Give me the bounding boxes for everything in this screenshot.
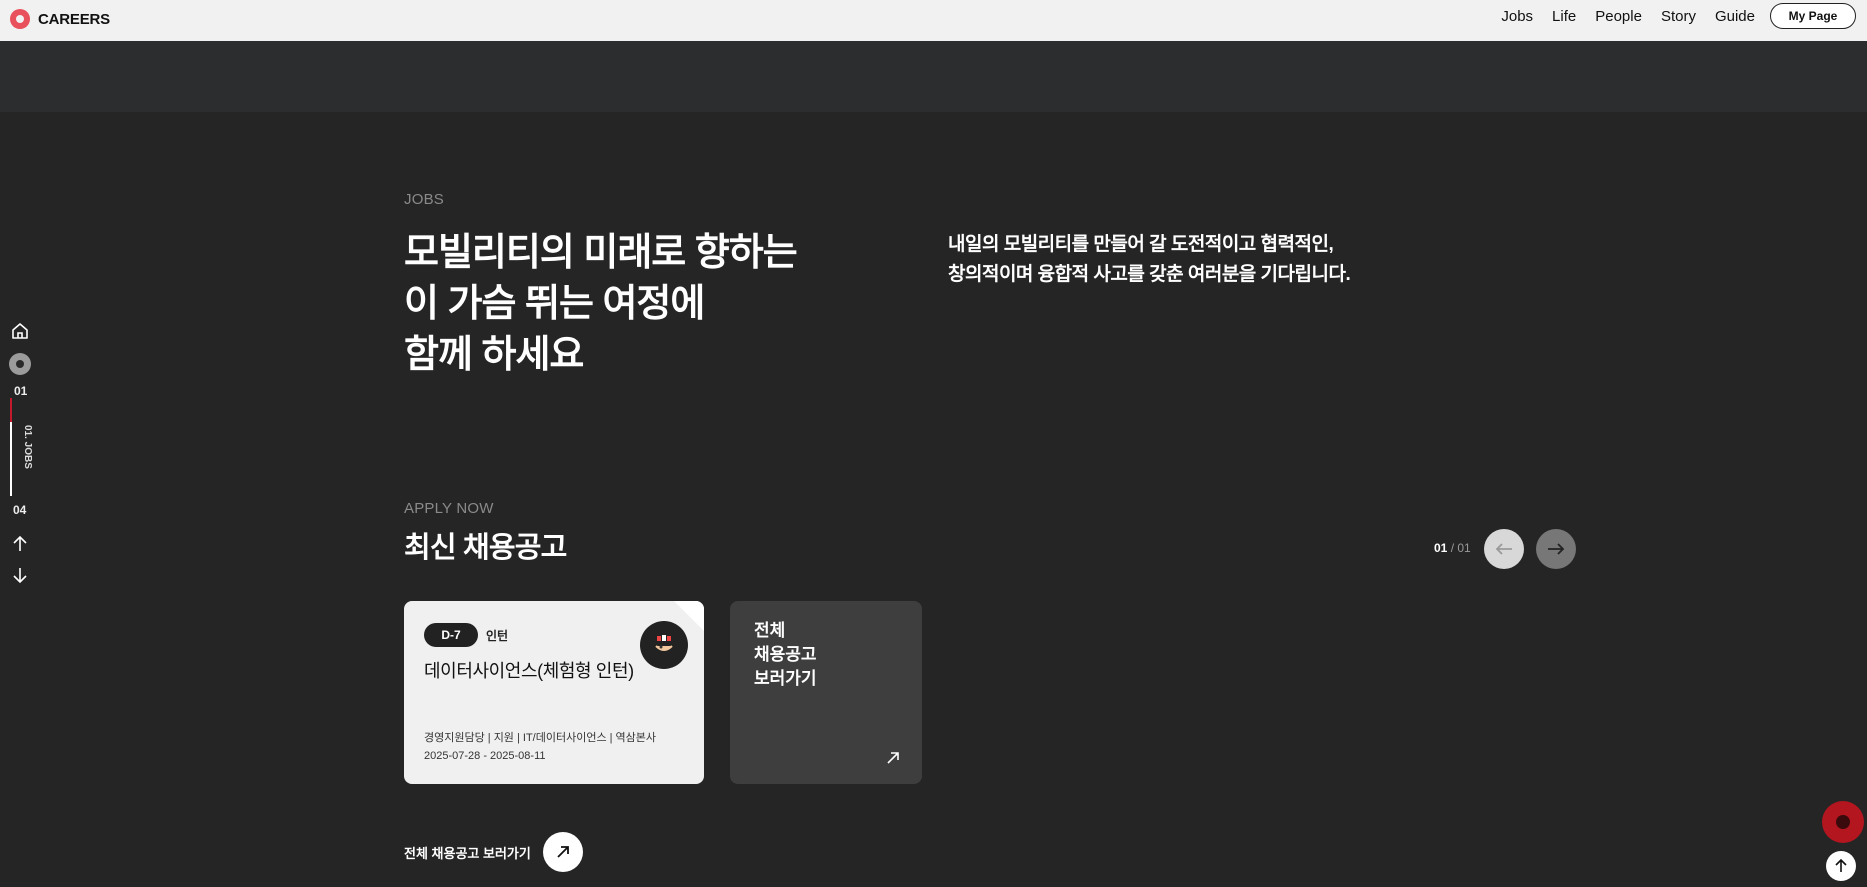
intern-emblem-icon [640, 621, 688, 669]
description-line-2: 창의적이며 융합적 사고를 갖춘 여러분을 기다립니다. [948, 264, 1351, 285]
progress-indicator [10, 398, 12, 422]
apply-section-label: APPLY NOW [404, 500, 494, 517]
nav-item-story[interactable]: Story [1661, 8, 1696, 25]
header-band [0, 41, 1867, 112]
section-vertical-label: 01. JOBS [22, 425, 33, 469]
arrow-right-icon [1548, 543, 1565, 555]
section-total: 04 [13, 503, 27, 517]
next-button[interactable] [1536, 529, 1576, 569]
progress-track [10, 398, 12, 496]
job-date: 2025-07-28 - 2025-08-11 [424, 750, 546, 762]
home-icon[interactable] [8, 322, 32, 340]
all-postings-line-1: 전체 [754, 621, 786, 640]
nav-item-guide[interactable]: Guide [1715, 8, 1755, 25]
arrow-diagonal-icon [886, 751, 900, 770]
brand-dot-icon [9, 353, 31, 375]
scroll-top-button[interactable] [1826, 851, 1856, 881]
description-line-1: 내일의 모빌리티를 만들어 갈 도전적이고 협력적인, [948, 234, 1334, 255]
main-nav: Jobs Life People Story Guide [1501, 0, 1755, 33]
arrow-left-icon [1495, 543, 1512, 555]
job-title: 데이터사이언스(체험형 인턴) [424, 661, 634, 681]
nav-item-life[interactable]: Life [1552, 8, 1576, 25]
nav-item-jobs[interactable]: Jobs [1501, 8, 1533, 25]
view-all-link[interactable]: 전체 채용공고 보러가기 [404, 832, 583, 872]
job-meta: 경영지원담당 | 지원 | IT/데이터사이언스 | 역삼본사 [424, 732, 657, 744]
chatbot-button[interactable] [1822, 801, 1864, 843]
my-page-button[interactable]: My Page [1770, 3, 1856, 29]
nav-item-people[interactable]: People [1595, 8, 1642, 25]
logo-text: CAREERS [38, 10, 110, 28]
arrow-up-icon[interactable] [12, 535, 28, 558]
logo[interactable]: CAREERS [10, 9, 110, 29]
latest-postings-title: 최신 채용공고 [404, 532, 567, 564]
all-postings-text: 전체 채용공고 보러가기 [754, 619, 817, 691]
top-bar: CAREERS Jobs Life People Story Guide My … [0, 0, 1867, 41]
arrow-up-icon [1835, 859, 1847, 872]
view-all-button[interactable] [542, 832, 583, 872]
headline-line-3: 함께 하세요 [404, 334, 584, 376]
job-type: 인턴 [486, 629, 509, 643]
all-postings-line-3: 보러가기 [754, 669, 817, 688]
jobs-description: 내일의 모빌리티를 만들어 갈 도전적이고 협력적인, 창의적이며 융합적 사고… [948, 230, 1351, 290]
job-card[interactable]: D-7 인턴 데이터사이언스(체험형 인턴) 경영지원담당 | 지원 | IT/… [404, 601, 704, 784]
dday-badge: D-7 [424, 623, 478, 647]
logo-mark-icon [10, 9, 30, 29]
all-postings-line-2: 채용공고 [754, 645, 817, 664]
headline-line-1: 모빌리티의 미래로 향하는 [404, 232, 798, 274]
prev-button[interactable] [1484, 529, 1524, 569]
arrow-down-icon[interactable] [12, 566, 28, 589]
jobs-headline: 모빌리티의 미래로 향하는 이 가슴 뛰는 여정에 함께 하세요 [404, 228, 798, 381]
jobs-section-label: JOBS [404, 191, 444, 208]
all-postings-card[interactable]: 전체 채용공고 보러가기 [730, 601, 922, 784]
pager-current: 01 [1434, 541, 1448, 555]
arrow-diagonal-icon [557, 846, 569, 858]
section-current: 01 [14, 384, 28, 398]
side-logo-dot[interactable] [9, 353, 31, 375]
headline-line-2: 이 가슴 뛰는 여정에 [404, 283, 705, 325]
pager-total: / 01 [1450, 541, 1471, 555]
pager-counter: 01 / 01 [1434, 541, 1471, 555]
view-all-label: 전체 채용공고 보러가기 [404, 845, 531, 861]
